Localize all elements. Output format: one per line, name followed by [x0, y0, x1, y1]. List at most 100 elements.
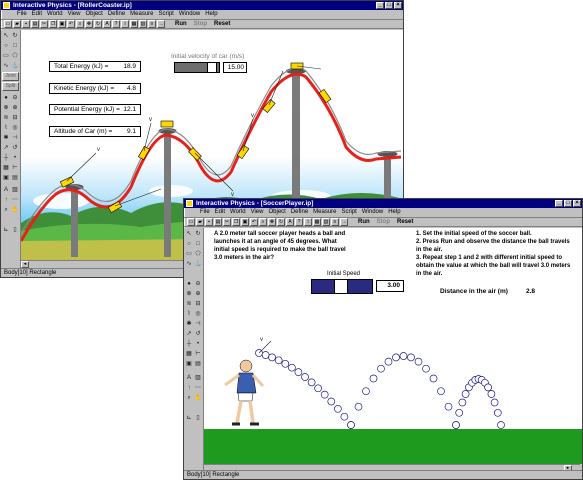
minimize-button[interactable]: _ — [376, 2, 384, 9]
pulley-icon[interactable]: ◎ — [11, 124, 19, 133]
reset-button[interactable]: Reset — [211, 21, 233, 27]
move-icon[interactable]: ✥ — [85, 20, 93, 28]
menu-tool-icon[interactable]: ▤ — [194, 360, 202, 369]
menu-window[interactable]: Window — [362, 208, 383, 217]
anchor-tool-icon[interactable]: ⚓ — [11, 62, 19, 71]
text-tool-icon[interactable]: A — [2, 186, 10, 195]
damper-icon[interactable]: ⊟ — [194, 300, 202, 309]
force-icon[interactable]: ↗ — [2, 144, 10, 153]
paste-icon[interactable]: ▣ — [241, 218, 249, 226]
track-tool-icon[interactable]: ⋯ — [11, 196, 19, 205]
button-tool-icon[interactable]: ▣ — [185, 360, 193, 369]
script-icon[interactable]: ≡ — [331, 218, 339, 226]
menu-tool-icon[interactable]: ▤ — [11, 174, 19, 183]
point-icon[interactable]: • — [11, 154, 19, 163]
coordinate-tool-icon[interactable]: ⊾ — [185, 414, 193, 423]
run-button[interactable]: Run — [172, 21, 190, 27]
rollercoaster-titlebar[interactable]: Interactive Physics - [RollerCoaster.ip]… — [1, 1, 403, 10]
rotate-tool-icon[interactable]: ↻ — [194, 230, 202, 239]
paste-icon[interactable]: ▣ — [58, 20, 66, 28]
reset-button[interactable]: Reset — [394, 219, 416, 225]
square-tool-icon[interactable]: □ — [11, 42, 19, 51]
menu-define[interactable]: Define — [108, 10, 125, 19]
menu-measure[interactable]: Measure — [313, 208, 336, 217]
menu-file[interactable]: File — [17, 10, 27, 19]
menu-measure[interactable]: Measure — [130, 10, 153, 19]
stop-button[interactable]: Stop — [374, 219, 393, 225]
actuator-icon[interactable]: ⊣ — [194, 320, 202, 329]
text-icon[interactable]: A — [103, 20, 111, 28]
run-button[interactable]: Run — [355, 219, 373, 225]
arrow-tool-icon[interactable]: ↖ — [2, 32, 10, 41]
cut-icon[interactable]: ✂ — [40, 20, 48, 28]
scroll-left-icon[interactable]: ◂ — [21, 261, 29, 268]
circle-tool-icon[interactable]: ○ — [185, 240, 193, 249]
vector-tool-icon[interactable]: ↑ — [185, 384, 193, 393]
rope-icon[interactable]: ⌇ — [185, 310, 193, 319]
maximize-button[interactable]: □ — [564, 200, 572, 207]
menu-object[interactable]: Object — [85, 10, 102, 19]
open-folder-icon[interactable]: ▰ — [13, 20, 21, 28]
menu-help[interactable]: Help — [388, 208, 400, 217]
pin-joint-icon[interactable]: ● — [185, 280, 193, 289]
zoom-icon[interactable]: ⌕ — [76, 20, 84, 28]
menu-script[interactable]: Script — [159, 10, 174, 19]
gear-icon[interactable]: ✱ — [185, 320, 193, 329]
horizontal-scrollbar[interactable]: ◂ — [21, 260, 191, 268]
polygon-tool-icon[interactable]: ⬠ — [194, 250, 202, 259]
move-icon[interactable]: ✥ — [268, 218, 276, 226]
square-tool-icon[interactable]: □ — [194, 240, 202, 249]
info-icon[interactable]: i — [304, 218, 312, 226]
copy-icon[interactable]: ❐ — [49, 20, 57, 28]
arrow-tool-icon[interactable]: ↖ — [185, 230, 193, 239]
menu-edit[interactable]: Edit — [215, 208, 225, 217]
velocity-value-field[interactable]: 15.00 — [223, 62, 247, 73]
separator-icon[interactable]: ┼ — [185, 340, 193, 349]
force-icon[interactable]: ↗ — [185, 330, 193, 339]
curve-tool-icon[interactable]: ∿ — [185, 260, 193, 269]
image-tool-icon[interactable]: ▨ — [11, 186, 19, 195]
print-icon[interactable]: ▤ — [214, 218, 222, 226]
button-tool-icon[interactable]: ▣ — [2, 174, 10, 183]
altitude-meter[interactable]: Altitude of Car (m) = 9.1 — [49, 126, 141, 137]
kinetic-energy-meter[interactable]: Kinetic Energy (kJ) = 4.8 — [49, 83, 141, 94]
menu-world[interactable]: World — [230, 208, 246, 217]
menu-window[interactable]: Window — [179, 10, 200, 19]
copy-icon[interactable]: ❐ — [232, 218, 240, 226]
split-button[interactable]: Split — [2, 82, 19, 91]
rotate-icon[interactable]: ↻ — [277, 218, 285, 226]
cut-icon[interactable]: ✂ — [223, 218, 231, 226]
image-tool-icon[interactable]: ▨ — [194, 374, 202, 383]
text-tool-icon[interactable]: A — [185, 374, 193, 383]
stop-button[interactable]: Stop — [191, 21, 210, 27]
minimize-button[interactable]: _ — [555, 200, 563, 207]
vector-icon[interactable]: → — [340, 218, 348, 226]
menu-file[interactable]: File — [200, 208, 210, 217]
graph-icon[interactable]: ▦ — [313, 218, 321, 226]
menu-script[interactable]: Script — [342, 208, 357, 217]
new-file-icon[interactable]: ▭ — [187, 218, 195, 226]
meter-icon[interactable]: ▦ — [185, 350, 193, 359]
save-icon[interactable]: ▪ — [205, 218, 213, 226]
torque-icon[interactable]: ↺ — [194, 330, 202, 339]
rigid-joint-icon[interactable]: ⊗ — [2, 104, 10, 113]
menu-world[interactable]: World — [47, 10, 63, 19]
zoom-icon[interactable]: ⌕ — [259, 218, 267, 226]
slider-tool-icon[interactable]: ⊢ — [194, 350, 202, 359]
graph-icon[interactable]: ▦ — [130, 20, 138, 28]
potential-energy-meter[interactable]: Potential Energy (kJ) = 12.1 — [49, 104, 141, 115]
help-icon[interactable]: ? — [295, 218, 303, 226]
anchor-tool-icon[interactable]: ⚓ — [194, 260, 202, 269]
circle-tool-icon[interactable]: ○ — [2, 42, 10, 51]
slider-tool-icon[interactable]: ⊢ — [11, 164, 19, 173]
menu-view[interactable]: View — [251, 208, 264, 217]
zoom-tool-icon[interactable]: ⌕ — [185, 394, 193, 403]
coordinate-tool-icon[interactable]: ⊾ — [2, 226, 10, 235]
gear-icon[interactable]: ✱ — [2, 134, 10, 143]
menu-view[interactable]: View — [68, 10, 81, 19]
pin-joint-icon[interactable]: ● — [2, 94, 10, 103]
separator-icon[interactable]: ┼ — [2, 154, 10, 163]
help-icon[interactable]: ? — [112, 20, 120, 28]
menu-help[interactable]: Help — [205, 10, 217, 19]
spring-icon[interactable]: ≋ — [185, 300, 193, 309]
